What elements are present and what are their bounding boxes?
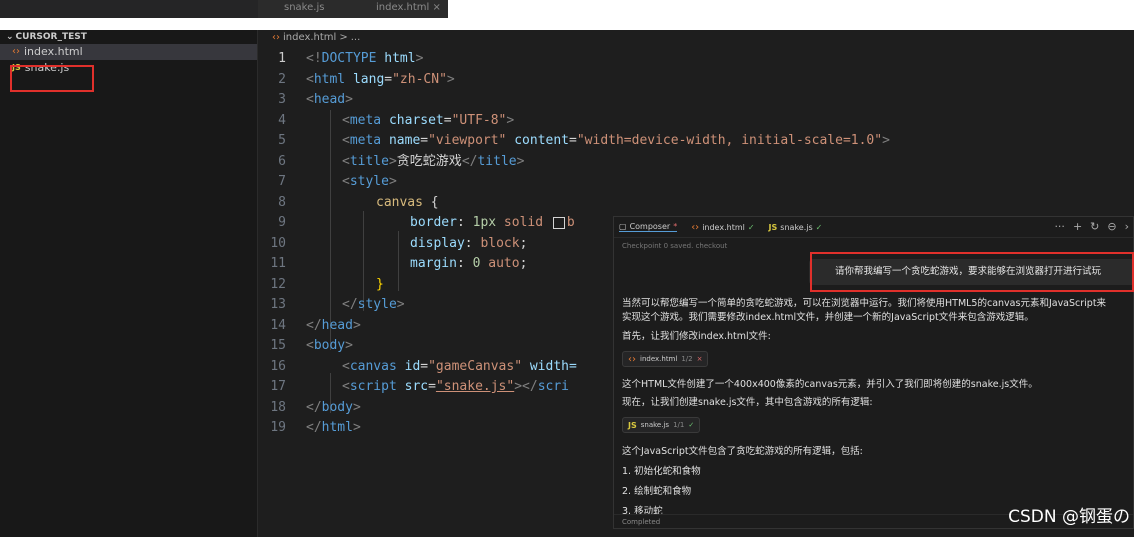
check-icon: ✓ xyxy=(815,222,823,232)
list-item: 2. 绘制蛇和食物 xyxy=(622,486,692,497)
sidebar-toolbar xyxy=(0,0,258,18)
top-strip: snake.js index.html × xyxy=(0,0,1134,30)
js-file-icon: JS xyxy=(768,222,778,232)
close-icon: × xyxy=(696,355,703,363)
explorer-sidebar: ⌄ CURSOR_TEST ‹› index.html JS snake.js xyxy=(0,30,258,537)
history-icon[interactable]: ↻ xyxy=(1090,220,1099,233)
tab-snake-js[interactable]: JS snake.js ✓ xyxy=(769,223,823,232)
assistant-text: 这个JavaScript文件包含了贪吃蛇游戏的所有逻辑，包括: xyxy=(622,446,863,457)
watermark: CSDN @钢蛋の xyxy=(1008,507,1130,527)
assistant-text: 实现这个游戏。我们需要修改index.html文件，并创建一个新的JavaScr… xyxy=(622,312,1034,323)
code-chip-index-html[interactable]: ‹› index.html 1/2 × xyxy=(622,351,709,367)
assistant-text: 这个HTML文件创建了一个400x400像素的canvas元素，并引入了我们即将… xyxy=(622,379,1038,390)
html-file-icon: ‹› xyxy=(691,221,700,233)
tab-index-html[interactable]: ‹› index.html ✓ xyxy=(691,222,754,233)
code-line: 1 <!DOCTYPE html> xyxy=(278,51,424,66)
html-file-icon: ‹› xyxy=(628,353,636,365)
breadcrumb-file[interactable]: index.html xyxy=(283,31,336,45)
explorer-folder-header[interactable]: ⌄ CURSOR_TEST xyxy=(0,30,257,44)
folder-name: CURSOR_TEST xyxy=(15,32,87,42)
file-name: index.html xyxy=(24,45,83,58)
file-index-html[interactable]: ‹› index.html xyxy=(0,44,257,60)
editor-tab-bar: snake.js index.html × xyxy=(258,0,448,18)
color-swatch-icon[interactable] xyxy=(552,216,565,229)
code-line: 2 <html lang="zh-CN"> xyxy=(278,71,455,87)
composer-actions: ··· + ↻ ⊖ › xyxy=(1054,220,1129,233)
highlight-box xyxy=(10,65,94,92)
code-line: 4 <meta charset="UTF-8"> xyxy=(278,112,515,128)
assistant-text: 现在，让我们创建snake.js文件，其中包含游戏的所有逻辑: xyxy=(622,397,873,408)
composer-icon: ▢ xyxy=(619,222,627,231)
list-item: 1. 初始化蛇和食物 xyxy=(622,466,701,477)
html-file-icon: ‹› xyxy=(12,46,20,57)
chevron-down-icon: ⌄ xyxy=(6,32,14,42)
code-line: 6 <title>贪吃蛇游戏</title> xyxy=(278,153,525,169)
code-chip-snake-js[interactable]: JS snake.js 1/1 ✓ xyxy=(622,417,701,433)
code-line: 8 canvas { xyxy=(278,194,439,210)
breadcrumb: ‹› index.html > ... xyxy=(258,30,1134,46)
breadcrumb-more[interactable]: ... xyxy=(351,31,361,45)
html-file-icon: ‹› xyxy=(272,32,280,43)
check-icon: ✓ xyxy=(747,222,755,232)
chevron-right-icon[interactable]: › xyxy=(1125,220,1129,233)
tab-snake-js[interactable]: snake.js xyxy=(284,2,324,13)
settings-icon[interactable]: ⊖ xyxy=(1107,220,1116,233)
js-file-icon: JS xyxy=(628,420,637,430)
plus-icon[interactable]: + xyxy=(1073,220,1082,233)
check-icon: ✓ xyxy=(688,421,695,429)
tab-index-html[interactable]: index.html × xyxy=(376,2,441,13)
assistant-text: 首先，让我们修改index.html文件: xyxy=(622,331,771,342)
code-line: 7 <style> xyxy=(278,174,397,189)
assistant-text: 当然可以帮您编写一个简单的贪吃蛇游戏，可以在浏览器中运行。我们将使用HTML5的… xyxy=(622,298,1107,309)
code-line: 3 <head> xyxy=(278,92,353,107)
code-line: 5 <meta name="viewport" content="width=de… xyxy=(278,133,890,148)
tab-composer[interactable]: ▢ Composer * xyxy=(619,222,678,232)
more-icon[interactable]: ··· xyxy=(1054,220,1065,233)
breadcrumb-separator: > xyxy=(339,32,348,43)
highlight-box xyxy=(810,252,1134,292)
